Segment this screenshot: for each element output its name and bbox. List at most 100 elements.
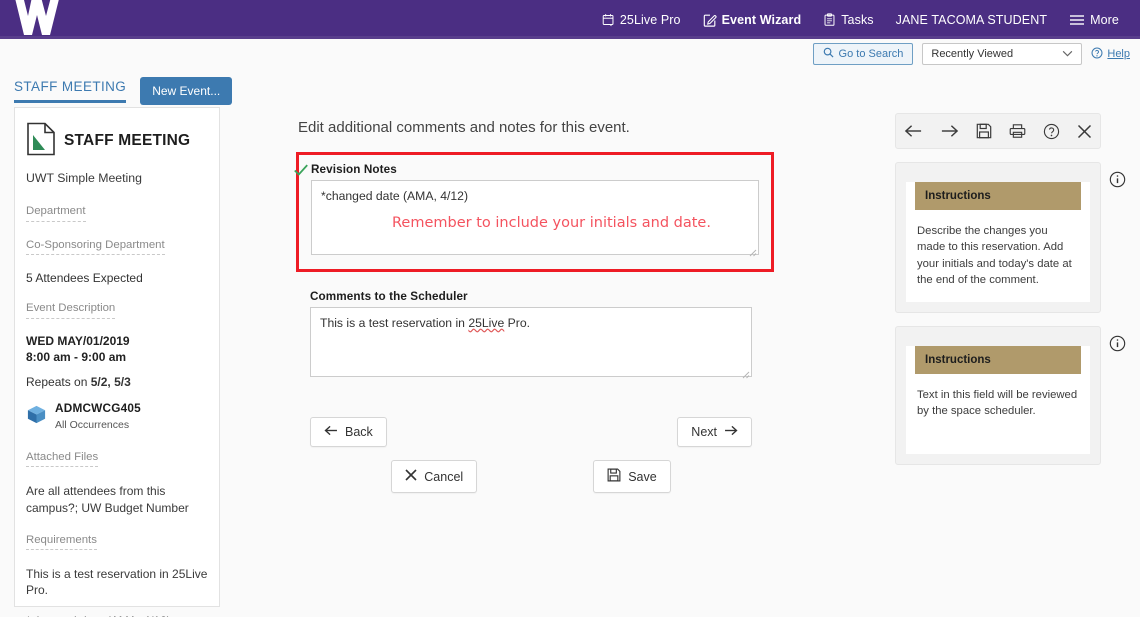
summary-date: WED MAY/01/2019	[26, 333, 208, 349]
nav-label-more: More	[1090, 13, 1119, 27]
summary-title-row: STAFF MEETING	[26, 122, 208, 161]
annotation-initials-reminder: Remember to include your initials and da…	[392, 215, 711, 231]
instructions-panel-1: Instructions Describe the changes you ma…	[895, 162, 1101, 313]
comments-value-suffix: Pro.	[504, 316, 530, 330]
summary-repeats-dates: 5/2, 5/3	[91, 375, 131, 389]
toolbar-close-x-icon[interactable]	[1077, 124, 1092, 139]
nav-label-user: JANE TACOMA STUDENT	[896, 13, 1047, 27]
instructions-body-1: Describe the changes you made to this re…	[906, 210, 1090, 289]
toolbar-question-circle-icon[interactable]	[1043, 123, 1060, 140]
instructions-inner-2: Instructions Text in this field will be …	[906, 346, 1090, 455]
wizard-action-row: Cancel Save	[310, 460, 752, 493]
floppy-disk-icon	[607, 468, 621, 485]
nav-item-25live-pro[interactable]: 25Live Pro	[591, 2, 692, 38]
go-to-search-label: Go to Search	[839, 48, 904, 60]
cancel-label: Cancel	[424, 470, 463, 484]
comments-value-spellflag: 25Live	[468, 316, 504, 330]
next-button[interactable]: Next	[677, 417, 752, 447]
wizard-nav-row: Back Next	[310, 417, 752, 447]
blue-cube-icon	[26, 404, 47, 430]
comments-to-scheduler-section: Comments to the Scheduler This is a test…	[310, 290, 752, 377]
uw-w-logo[interactable]	[8, 0, 66, 35]
recently-viewed-value: Recently Viewed	[931, 48, 1013, 60]
help-label: Help	[1107, 48, 1130, 60]
instructions-inner-1: Instructions Describe the changes you ma…	[906, 182, 1090, 302]
nav-item-event-wizard[interactable]: Event Wizard	[692, 2, 813, 38]
revision-notes-highlight-box: Revision Notes Remember to include your …	[296, 152, 774, 272]
summary-department-label: Department	[26, 204, 86, 221]
nav-item-user-account[interactable]: JANE TACOMA STUDENT	[885, 2, 1058, 38]
nav-label-25live-pro: 25Live Pro	[620, 13, 681, 27]
event-tab-row: STAFF MEETING New Event...	[0, 69, 1140, 107]
arrow-right-icon	[724, 425, 738, 439]
tab-staff-meeting[interactable]: STAFF MEETING	[14, 79, 126, 103]
wizard-toolbar	[895, 113, 1101, 149]
go-to-search-button[interactable]: Go to Search	[813, 43, 914, 65]
info-circle-icon[interactable]	[1109, 171, 1126, 193]
summary-custom-questions: Are all attendees from this campus?; UW …	[26, 483, 208, 516]
summary-event-description-label: Event Description	[26, 301, 115, 318]
revision-notes-field-wrap: Remember to include your initials and da…	[311, 180, 759, 255]
calendar-icon	[602, 13, 615, 27]
save-label: Save	[628, 470, 657, 484]
summary-location-block: ADMCWCG405 All Occurrences	[55, 401, 141, 433]
instructions-header-2: Instructions	[915, 346, 1081, 374]
nav-label-event-wizard: Event Wizard	[722, 13, 802, 27]
magnifier-icon	[823, 47, 834, 61]
instructions-header-1: Instructions	[915, 182, 1081, 210]
summary-location-name: ADMCWCG405	[55, 401, 141, 415]
instructions-body-2: Text in this field will be reviewed by t…	[906, 374, 1090, 442]
save-button[interactable]: Save	[593, 460, 671, 493]
chevron-down-icon	[1062, 48, 1073, 60]
comments-to-scheduler-label: Comments to the Scheduler	[310, 290, 752, 303]
right-panel-column: Instructions Describe the changes you ma…	[885, 107, 1130, 607]
back-button[interactable]: Back	[310, 417, 387, 447]
page-body: STAFF MEETING UWT Simple Meeting Departm…	[0, 107, 1140, 607]
summary-revision-text: *changed date (AMA, 4/12)	[26, 613, 208, 617]
summary-repeats-prefix: Repeats on	[26, 375, 91, 389]
comments-field-wrap: This is a test reservation in 25Live Pro…	[310, 307, 752, 377]
top-navigation-bar: 25Live Pro Event Wizard Tasks JANE TACOM…	[0, 0, 1140, 39]
nav-label-tasks: Tasks	[841, 13, 873, 27]
form-column: Edit additional comments and notes for t…	[220, 107, 885, 607]
new-event-button[interactable]: New Event...	[140, 77, 232, 105]
toolbar-arrow-left-icon[interactable]	[904, 124, 923, 138]
next-label: Next	[691, 425, 717, 439]
summary-comment-text: This is a test reservation in 25Live Pro…	[26, 566, 208, 599]
toolbar-arrow-right-icon[interactable]	[940, 124, 959, 138]
comments-to-scheduler-textarea[interactable]: This is a test reservation in 25Live Pro…	[310, 307, 752, 377]
summary-repeats: Repeats on 5/2, 5/3	[26, 374, 208, 390]
summary-requirements-label: Requirements	[26, 533, 97, 550]
summary-attached-files-label: Attached Files	[26, 450, 98, 467]
summary-attendees: 5 Attendees Expected	[26, 270, 208, 286]
clipboard-icon	[823, 13, 836, 27]
summary-title: STAFF MEETING	[64, 131, 190, 152]
hamburger-icon	[1069, 14, 1085, 26]
recently-viewed-dropdown[interactable]: Recently Viewed	[922, 43, 1082, 65]
document-green-icon	[26, 122, 56, 161]
summary-event-type: UWT Simple Meeting	[26, 170, 208, 187]
summary-time: 8:00 am - 9:00 am	[26, 349, 208, 365]
comments-value-prefix: This is a test reservation in	[320, 316, 468, 330]
arrow-left-icon	[324, 425, 338, 439]
instructions-panel-2: Instructions Text in this field will be …	[895, 326, 1101, 466]
cancel-button[interactable]: Cancel	[391, 460, 477, 493]
help-button[interactable]: Help	[1091, 47, 1130, 62]
edit-square-icon	[703, 13, 717, 27]
revision-notes-label-row: Revision Notes	[311, 163, 759, 176]
green-check-icon	[293, 162, 309, 183]
nav-item-more[interactable]: More	[1058, 2, 1130, 38]
x-icon	[405, 469, 417, 484]
summary-location-row: ADMCWCG405 All Occurrences	[26, 401, 208, 433]
nav-item-tasks[interactable]: Tasks	[812, 2, 884, 38]
event-summary-card: STAFF MEETING UWT Simple Meeting Departm…	[14, 107, 220, 607]
info-circle-icon[interactable]	[1109, 335, 1126, 357]
toolbar-save-disk-icon[interactable]	[976, 123, 992, 139]
back-label: Back	[345, 425, 373, 439]
form-heading: Edit additional comments and notes for t…	[298, 119, 885, 136]
utility-bar: Go to Search Recently Viewed Help	[0, 39, 1140, 69]
revision-notes-label: Revision Notes	[311, 163, 759, 176]
question-circle-icon	[1091, 47, 1103, 62]
toolbar-printer-icon[interactable]	[1009, 123, 1026, 139]
summary-location-sub: All Occurrences	[55, 419, 129, 431]
